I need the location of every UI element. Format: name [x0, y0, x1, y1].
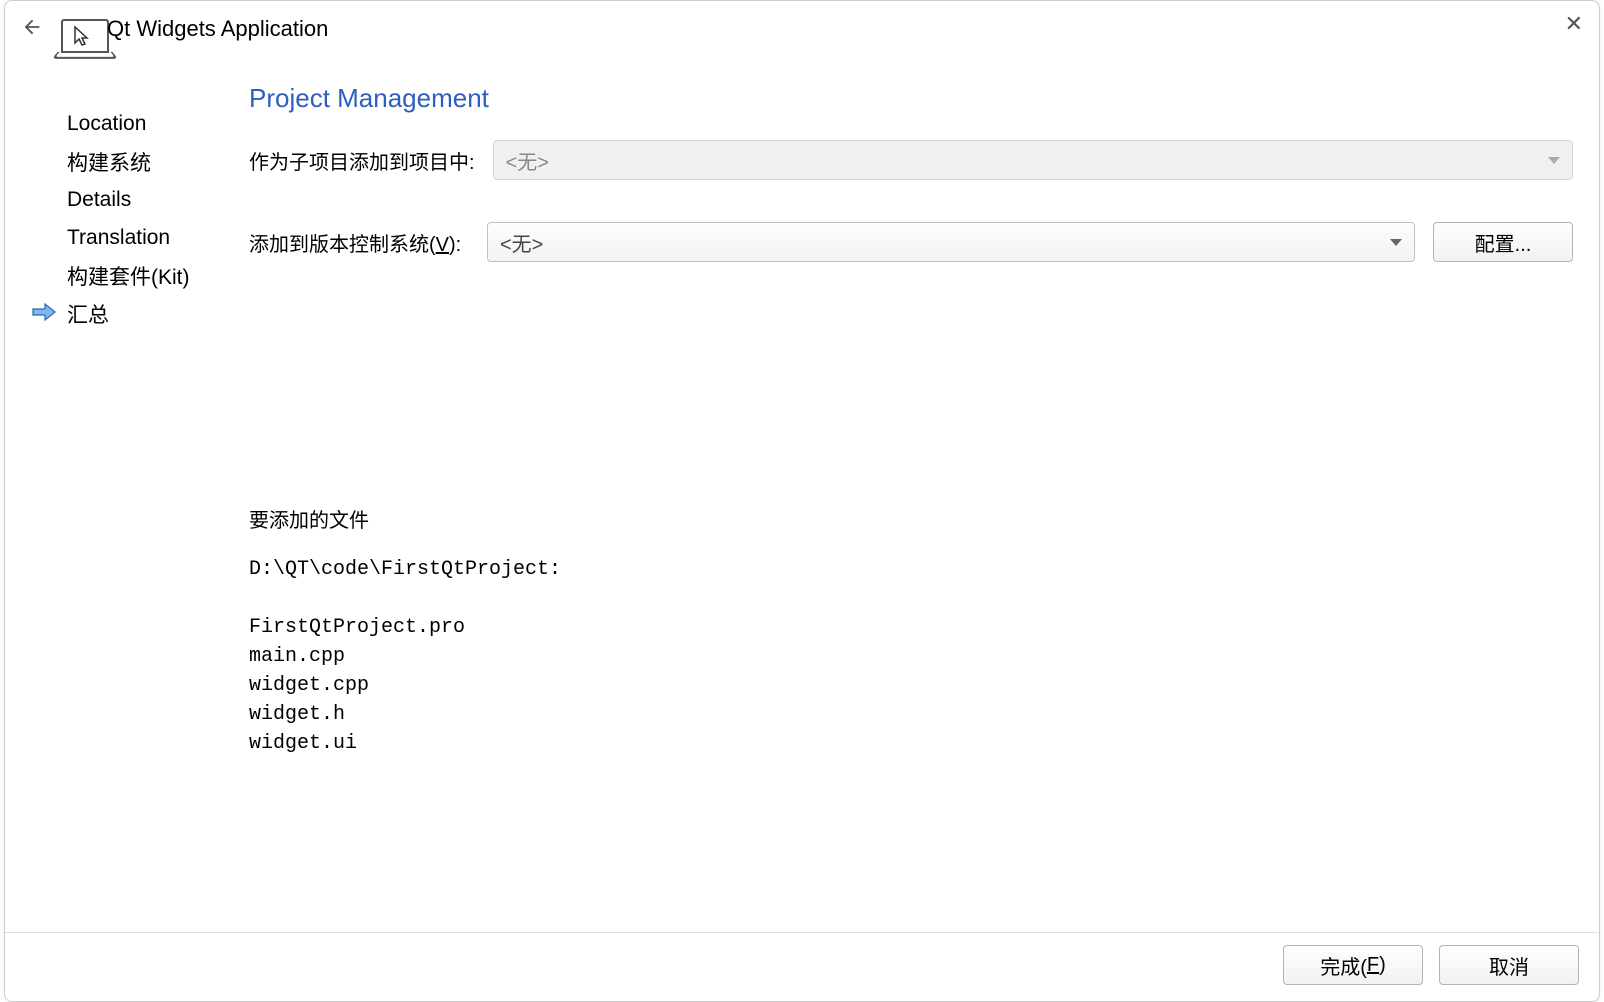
wizard-title: Qt Widgets Application [107, 16, 328, 42]
configure-button[interactable]: 配置... [1433, 222, 1573, 262]
files-list: D:\QT\code\FirstQtProject: FirstQtProjec… [249, 555, 1573, 758]
vcs-label: 添加到版本控制系统(V): [249, 228, 469, 257]
chevron-down-icon [1548, 157, 1560, 164]
sidebar-item-build-system[interactable]: 构建系统 [29, 143, 229, 181]
chevron-down-icon [1390, 239, 1402, 246]
files-label: 要添加的文件 [249, 504, 1573, 533]
close-icon[interactable]: ✕ [1565, 11, 1583, 37]
cancel-button[interactable]: 取消 [1439, 945, 1579, 985]
sidebar-item-label: 构建系统 [67, 147, 151, 177]
dialog-header: Qt Widgets Application [5, 1, 1599, 53]
sidebar-item-details[interactable]: Details [29, 181, 229, 219]
subproject-row: 作为子项目添加到项目中: <无> [249, 140, 1573, 180]
sidebar-item-label: Translation [67, 226, 170, 250]
sidebar-item-kits[interactable]: 构建套件(Kit) [29, 257, 229, 295]
arrow-right-icon [31, 301, 57, 329]
app-window-icon [61, 19, 109, 53]
combo-value: <无> [500, 228, 543, 257]
cursor-icon [73, 25, 91, 47]
finish-button[interactable]: 完成(F) [1283, 945, 1423, 985]
sidebar-item-label: 汇总 [67, 299, 109, 329]
sidebar-item-label: 构建套件(Kit) [67, 261, 190, 291]
back-arrow-icon[interactable] [19, 16, 45, 45]
sidebar-item-label: Details [67, 188, 131, 212]
combo-value: <无> [506, 146, 549, 175]
wizard-sidebar: Location 构建系统 Details Translation 构建套件(K… [29, 83, 229, 932]
main-content: Project Management 作为子项目添加到项目中: <无> 添加到版… [249, 83, 1579, 932]
dialog-body: Location 构建系统 Details Translation 构建套件(K… [5, 53, 1599, 932]
page-title: Project Management [249, 83, 1573, 114]
vcs-row: 添加到版本控制系统(V): <无> 配置... [249, 222, 1573, 262]
vcs-combo[interactable]: <无> [487, 222, 1415, 262]
sidebar-item-summary[interactable]: 汇总 [29, 295, 229, 333]
sidebar-item-translation[interactable]: Translation [29, 219, 229, 257]
sidebar-item-location[interactable]: Location [29, 105, 229, 143]
files-section: 要添加的文件 D:\QT\code\FirstQtProject: FirstQ… [249, 504, 1573, 758]
dialog-footer: 完成(F) 取消 [5, 932, 1599, 1001]
subproject-combo: <无> [493, 140, 1573, 180]
sidebar-item-label: Location [67, 112, 146, 136]
wizard-dialog: ✕ Qt Widgets Application Location 构建系统 D… [4, 0, 1600, 1002]
subproject-label: 作为子项目添加到项目中: [249, 146, 475, 175]
